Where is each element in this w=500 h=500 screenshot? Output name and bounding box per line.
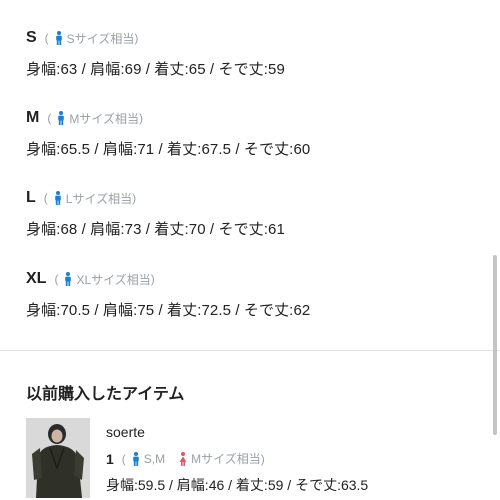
item-brand: soerte xyxy=(106,424,145,440)
size-row-m: M ( Mサイズ相当 ) 身幅:65.5 / 肩幅:71 / 着丈:67.5 /… xyxy=(26,108,310,159)
size-label: L xyxy=(26,189,36,206)
size-measurements: 身幅:65.5 / 肩幅:71 / 着丈:67.5 / そで丈:60 xyxy=(26,141,311,158)
size-label: XL xyxy=(26,270,47,287)
item-photo xyxy=(26,418,90,498)
fit-count: 1 xyxy=(106,450,114,467)
paren-close: ) xyxy=(134,31,139,45)
paren-open: ( xyxy=(54,272,59,286)
size-equivalent-text: Lサイズ相当 xyxy=(65,191,133,206)
size-label: S xyxy=(26,29,37,46)
size-equivalent-text: Sサイズ相当 xyxy=(66,31,135,46)
male-person-icon xyxy=(132,451,139,466)
male-fit-sizes: S,M xyxy=(143,451,166,466)
size-equivalent-note: ( Mサイズ相当 ) xyxy=(47,110,143,127)
paren-close: ) xyxy=(138,111,143,125)
previous-items-title: 以前購入したアイテム xyxy=(26,386,185,403)
item-thumbnail[interactable] xyxy=(26,418,90,498)
paren-open: ( xyxy=(44,31,49,45)
size-label: M xyxy=(26,109,40,126)
paren-close: ) xyxy=(150,272,155,286)
section-divider xyxy=(0,350,500,351)
female-fit-sizes: Mサイズ相当 xyxy=(191,452,261,466)
size-equivalent-text: Mサイズ相当 xyxy=(69,111,139,126)
size-equivalent-note: ( Sサイズ相当 ) xyxy=(44,30,139,47)
item-measurements: 身幅:59.5 / 肩幅:46 / 着丈:59 / そで丈:63.5 xyxy=(106,477,369,493)
size-measurements: 身幅:63 / 肩幅:69 / 着丈:65 / そで丈:59 xyxy=(26,61,285,78)
male-person-icon xyxy=(54,191,61,205)
size-row-l: L ( Lサイズ相当 ) 身幅:68 / 肩幅:73 / 着丈:70 / そで丈… xyxy=(26,188,285,239)
item-fit-row: 1 ( S,M Mサイズ相当 ) xyxy=(106,450,368,467)
paren-open: ( xyxy=(43,191,48,205)
paren-open: ( xyxy=(121,451,126,466)
size-equivalent-note: ( Lサイズ相当 ) xyxy=(44,190,136,207)
size-equivalent-text: XLサイズ相当 xyxy=(76,272,151,287)
size-row-s: S ( Sサイズ相当 ) 身幅:63 / 肩幅:69 / 着丈:65 / そで丈… xyxy=(26,28,285,79)
previous-item-card[interactable]: soerte 1 ( S,M Mサイズ相当 ) 身幅:59.5 / 肩幅:46 … xyxy=(26,418,496,498)
paren-open: ( xyxy=(47,111,52,125)
size-row-xl: XL ( XLサイズ相当 ) 身幅:70.5 / 肩幅:75 / 着丈:72.5… xyxy=(26,269,310,320)
size-equivalent-note: ( XLサイズ相当 ) xyxy=(54,271,155,288)
item-info: soerte 1 ( S,M Mサイズ相当 ) 身幅:59.5 / 肩幅:46 … xyxy=(106,424,368,495)
paren-close: ) xyxy=(132,191,137,205)
male-person-icon xyxy=(65,272,72,286)
female-person-icon xyxy=(179,451,187,466)
male-person-icon xyxy=(55,31,62,45)
paren-close: ) xyxy=(260,451,265,466)
scrollbar[interactable] xyxy=(493,255,497,435)
size-measurements: 身幅:68 / 肩幅:73 / 着丈:70 / そで丈:61 xyxy=(26,221,285,238)
male-person-icon xyxy=(58,111,65,125)
size-measurements: 身幅:70.5 / 肩幅:75 / 着丈:72.5 / そで丈:62 xyxy=(26,302,311,319)
